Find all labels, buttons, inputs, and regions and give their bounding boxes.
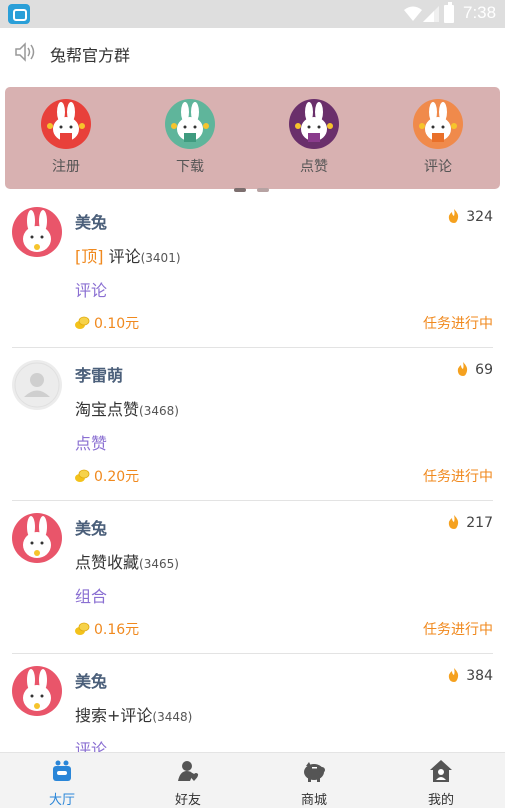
task-title-text: 评论: [108, 247, 141, 266]
task-author: 美兔: [75, 672, 108, 691]
coins-icon: [75, 469, 90, 482]
banner-page-indicator: [234, 177, 280, 196]
status-bar: 7:38: [0, 0, 505, 28]
tab-label: 大厅: [48, 793, 75, 808]
battery-icon: [444, 2, 454, 23]
banner-label: 评论: [424, 159, 452, 175]
banner-item-download[interactable]: 下载: [150, 99, 230, 176]
task-heat: 384: [448, 668, 493, 684]
task-reward: 0.10元: [74, 313, 139, 333]
task-heat: 217: [448, 515, 493, 531]
tab-label: 我的: [427, 793, 454, 808]
task-title: 淘宝点赞(3468): [75, 396, 179, 420]
task-id: (3465): [139, 557, 179, 571]
task-category: 评论: [75, 281, 108, 300]
task-author: 李雷萌: [75, 366, 124, 385]
task-status: 任务进行中: [423, 316, 493, 332]
signal-icon: [423, 6, 439, 22]
friends-icon: [178, 761, 199, 781]
task-title-text: 搜索+评论: [75, 706, 153, 725]
task-title-text: 点赞收藏: [75, 553, 140, 572]
banner-item-comment[interactable]: 评论: [398, 99, 478, 176]
task-status: 任务进行中: [423, 469, 493, 485]
task-title-text: 淘宝点赞: [75, 400, 140, 419]
tab-label: 好友: [174, 793, 201, 808]
coins-icon: [75, 622, 90, 635]
heat-count: 384: [466, 668, 493, 684]
reward-amount: 0.20元: [94, 469, 140, 485]
flame-icon: [449, 209, 459, 223]
banner-label: 点赞: [300, 159, 328, 175]
task-category: 组合: [75, 587, 108, 606]
task-item[interactable]: 李雷萌 69 淘宝点赞(3468) 点赞 0.20元 任务进行中: [0, 348, 505, 501]
task-item[interactable]: 美兔 324 [顶] 评论(3401) 评论 0.10元 任务进行中: [0, 195, 505, 348]
heat-count: 69: [475, 362, 493, 378]
top-tag: [顶]: [75, 247, 104, 266]
tab-mall[interactable]: 商城: [274, 759, 354, 808]
page-dot-active: [234, 188, 246, 192]
announcement-text: 兔帮官方群: [50, 46, 131, 65]
bunny-avatar: [12, 207, 62, 257]
tab-mine[interactable]: 我的: [401, 759, 481, 808]
home-profile-icon: [430, 760, 452, 782]
task-reward: 0.16元: [74, 619, 139, 639]
task-category: 点赞: [75, 434, 108, 453]
bunny-comment-icon: [413, 99, 463, 149]
bunny-like-icon: [289, 99, 339, 149]
flame-icon: [449, 668, 459, 682]
banner-label: 注册: [52, 159, 80, 175]
task-heat: 324: [448, 209, 493, 225]
banner-label: 下载: [176, 159, 204, 175]
page-dot: [257, 188, 269, 192]
flame-icon: [449, 515, 459, 529]
clock: 7:38: [463, 3, 497, 22]
task-heat: 69: [457, 362, 493, 378]
task-title: 搜索+评论(3448): [75, 702, 192, 726]
bunny-register-icon: [41, 99, 91, 149]
bunny-avatar: [12, 666, 62, 716]
task-author: 美兔: [75, 213, 108, 232]
tab-label: 商城: [300, 793, 327, 808]
flame-icon: [457, 362, 468, 376]
category-banner[interactable]: 注册 下载 点赞 评论: [5, 87, 500, 192]
task-item[interactable]: 美兔 217 点赞收藏(3465) 组合 0.16元 任务进行中: [0, 501, 505, 654]
announcement-bar[interactable]: 兔帮官方群: [0, 28, 505, 78]
task-id: (3468): [139, 404, 179, 418]
task-status: 任务进行中: [423, 622, 493, 638]
task-reward: 0.20元: [74, 466, 139, 486]
task-list: 美兔 324 [顶] 评论(3401) 评论 0.10元 任务进行中 李雷萌 6…: [0, 195, 505, 807]
heat-count: 217: [466, 515, 493, 531]
default-avatar-icon: [12, 360, 62, 410]
bottom-tab-bar: 大厅 好友 商城 我的: [0, 752, 505, 808]
tab-friends[interactable]: 好友: [148, 759, 228, 808]
reward-amount: 0.16元: [94, 622, 140, 638]
tab-hall[interactable]: 大厅: [22, 759, 102, 808]
speaker-icon: [15, 42, 35, 62]
coins-icon: [75, 316, 90, 329]
bunny-avatar: [12, 513, 62, 563]
hall-icon: [53, 760, 71, 781]
task-id: (3401): [140, 251, 181, 265]
app-notification-icon: [8, 4, 30, 24]
piggy-bank-icon: [304, 762, 325, 782]
task-id: (3448): [152, 710, 193, 724]
reward-amount: 0.10元: [94, 316, 140, 332]
task-title: [顶] 评论(3401): [75, 243, 181, 267]
wifi-icon: [404, 6, 422, 21]
bunny-download-icon: [165, 99, 215, 149]
banner-item-register[interactable]: 注册: [26, 99, 106, 176]
banner-item-like[interactable]: 点赞: [274, 99, 354, 176]
heat-count: 324: [466, 209, 493, 225]
task-title: 点赞收藏(3465): [75, 549, 179, 573]
task-author: 美兔: [75, 519, 108, 538]
